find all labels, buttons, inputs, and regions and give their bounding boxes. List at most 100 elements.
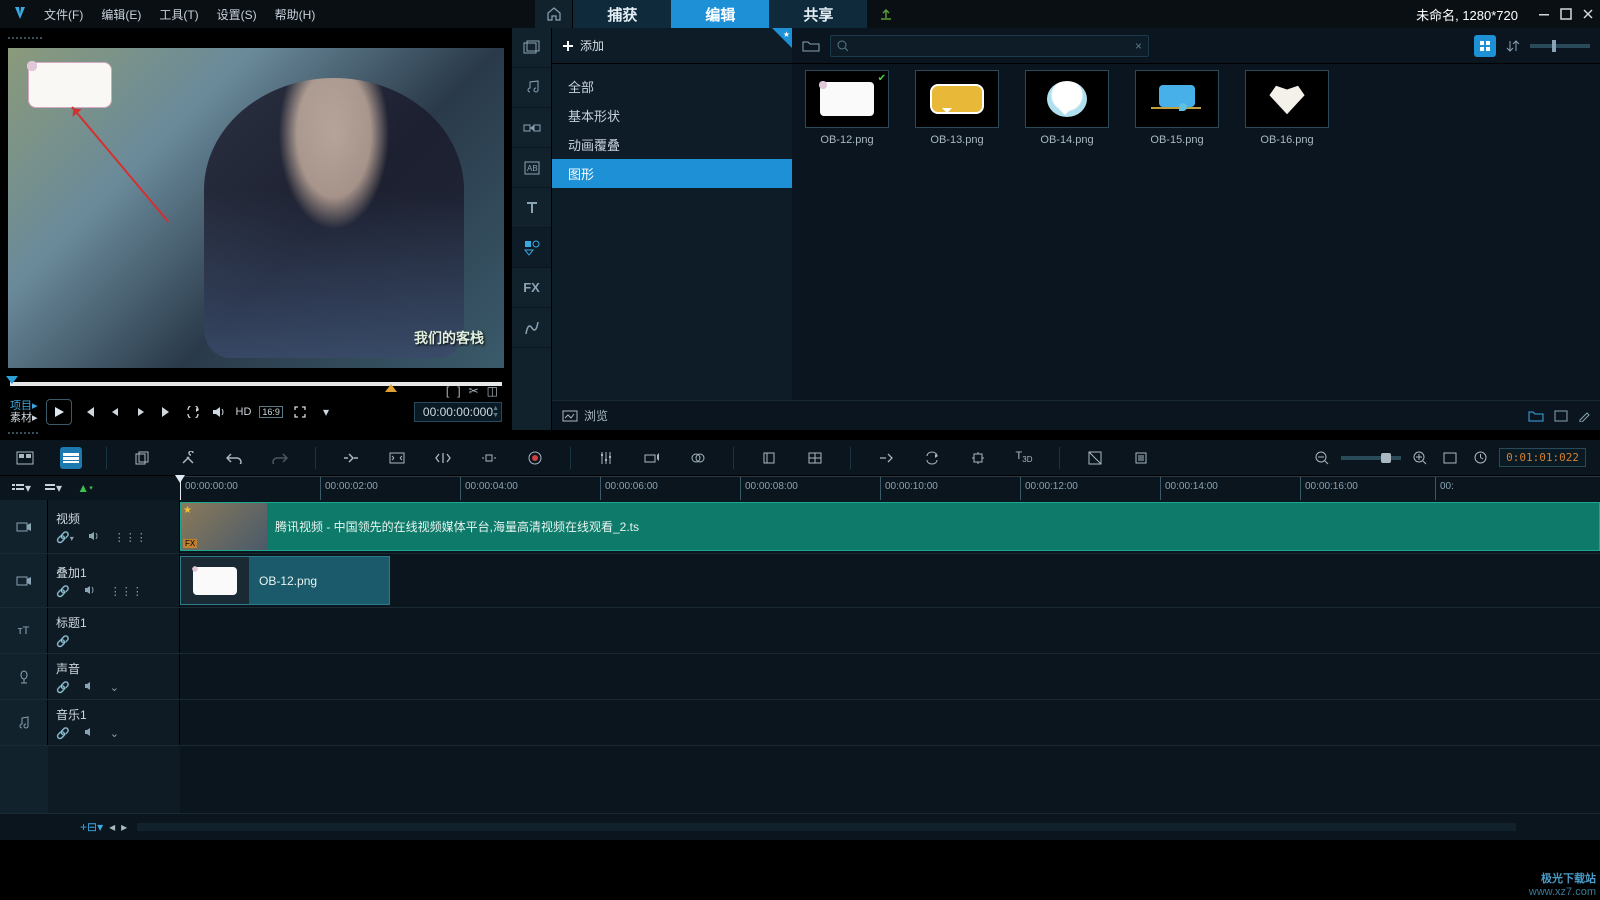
zoom-out-icon[interactable] [1311,447,1333,469]
thumb-ob16[interactable]: OB-16.png [1242,70,1332,146]
fit-icon[interactable] [386,447,408,469]
overlay-card[interactable] [28,62,112,108]
hd-label[interactable]: HD [236,406,252,418]
track-icon-title[interactable]: ᴛT [0,608,48,653]
tab-edit[interactable]: 编辑 [671,0,769,28]
chevron-down-icon[interactable]: ⌄ [110,681,119,694]
timecode-display[interactable]: 00:00:00:000 ▲▼ [414,402,502,422]
track-options-icon[interactable]: ▾ [10,477,32,499]
grid-icon[interactable] [804,447,826,469]
preview-tab-project[interactable]: 项目▸ [10,400,38,412]
tab-share[interactable]: 共享 [769,0,867,28]
link-icon[interactable]: 🔗 [56,585,70,598]
rail-transition-icon[interactable] [512,108,551,148]
upload-icon[interactable] [867,0,905,28]
scissors-icon[interactable]: ✂ [469,384,479,398]
browse-icon[interactable]: 浏览 [562,407,608,424]
folder-icon[interactable] [802,39,820,53]
rail-media-icon[interactable] [512,28,551,68]
thumb-ob15[interactable]: OB-15.png [1132,70,1222,146]
track-icon-music[interactable] [0,700,48,745]
sort-icon[interactable] [1506,39,1520,53]
loop-icon[interactable] [184,403,202,421]
add-track-icon[interactable]: +⊟▾ [80,820,103,834]
zoom-in-icon[interactable] [1409,447,1431,469]
menu-file[interactable]: 文件(F) [44,6,83,23]
grid-dots-icon[interactable]: ⋮⋮⋮ [114,531,147,544]
edit-icon[interactable] [1578,410,1590,422]
mark-in-icon[interactable]: [ [446,384,449,398]
video-clip[interactable]: ★FX 腾讯视频 - 中国领先的在线视频媒体平台,海量高清视频在线观看_2.ts [180,502,1600,551]
link-icon[interactable]: 🔗 [56,727,70,740]
next-frame-icon[interactable] [132,403,150,421]
grid-dots-icon[interactable]: ⋮⋮⋮ [110,585,143,598]
menu-edit[interactable]: 编辑(E) [101,6,141,23]
mark-out-icon[interactable]: ] [457,384,460,398]
speaker-icon[interactable] [84,727,96,740]
speaker-icon[interactable] [88,531,100,544]
thumbnail-size-slider[interactable] [1530,44,1590,48]
pin-flag-icon[interactable] [772,28,792,48]
add-button[interactable]: 添加 [562,37,604,54]
prev-frame-icon[interactable] [106,403,124,421]
tree-item-basic[interactable]: 基本形状 [552,101,792,130]
pan-zoom-icon[interactable] [1130,447,1152,469]
folder-new-icon[interactable] [1528,410,1544,422]
playhead[interactable] [180,477,181,500]
preview-scrubber[interactable] [4,372,508,394]
mask-icon[interactable] [1084,447,1106,469]
expand-icon[interactable] [1554,410,1568,422]
split-icon[interactable]: ◫ [487,384,498,398]
rail-fx-icon[interactable]: FX [512,268,551,308]
track-icon-overlay[interactable] [0,554,48,607]
rail-text-icon[interactable] [512,188,551,228]
tree-item-all[interactable]: 全部 [552,72,792,101]
track-icon-voice[interactable] [0,654,48,699]
track-height-icon[interactable]: ▾ [42,477,64,499]
menu-settings[interactable]: 设置(S) [217,6,257,23]
scroll-right-icon[interactable]: ▸ [121,820,127,834]
auto-music-icon[interactable] [641,447,663,469]
rail-graphic-icon[interactable] [512,228,551,268]
fullscreen-icon[interactable] [291,403,309,421]
aspect-ratio-badge[interactable]: 16:9 [259,406,283,418]
speaker-icon[interactable] [84,681,96,694]
timeline-drag-handle[interactable] [0,430,1600,440]
rail-title-icon[interactable]: AB [512,148,551,188]
slip-icon[interactable] [432,447,454,469]
clear-search-icon[interactable]: × [1135,39,1142,53]
link-icon[interactable]: 🔗▾ [56,531,74,544]
redo-icon[interactable] [269,447,291,469]
tools-icon[interactable] [177,447,199,469]
menu-help[interactable]: 帮助(H) [275,6,316,23]
thumb-ob12[interactable]: ✔ OB-12.png [802,70,892,146]
maximize-icon[interactable] [1558,6,1574,22]
volume-icon[interactable] [210,403,228,421]
chevron-down-icon[interactable]: ▾ [317,403,335,421]
overlap-icon[interactable] [687,447,709,469]
rail-path-icon[interactable] [512,308,551,348]
timeline-view-icon[interactable] [60,447,82,469]
chapter-icon[interactable] [758,447,780,469]
link-icon[interactable]: 🔗 [56,681,70,694]
motion-icon[interactable] [875,447,897,469]
tab-capture[interactable]: 捕获 [573,0,671,28]
overlay-clip[interactable]: OB-12.png [180,556,390,605]
scroll-up-icon[interactable]: ▲▾ [74,477,96,499]
panel-drag-handle[interactable] [4,32,508,44]
timeline-ruler[interactable]: 00:00:00:00 00:00:02:00 00:00:04:00 00:0… [180,476,1600,500]
minimize-icon[interactable] [1536,6,1552,22]
speaker-icon[interactable] [84,585,96,598]
home-tab-icon[interactable] [535,0,573,28]
video-preview[interactable]: 我们的客栈 [8,48,504,368]
close-icon[interactable] [1580,6,1596,22]
slide-icon[interactable] [478,447,500,469]
thumb-ob13[interactable]: OB-13.png [912,70,1002,146]
3d-title-icon[interactable]: T3D [1013,447,1035,469]
track-icon-video[interactable] [0,500,48,553]
thumb-ob14[interactable]: OB-14.png [1022,70,1112,146]
zoom-slider[interactable] [1341,456,1401,460]
fit-project-icon[interactable] [1439,447,1461,469]
rail-audio-icon[interactable] [512,68,551,108]
goto-start-icon[interactable] [80,403,98,421]
